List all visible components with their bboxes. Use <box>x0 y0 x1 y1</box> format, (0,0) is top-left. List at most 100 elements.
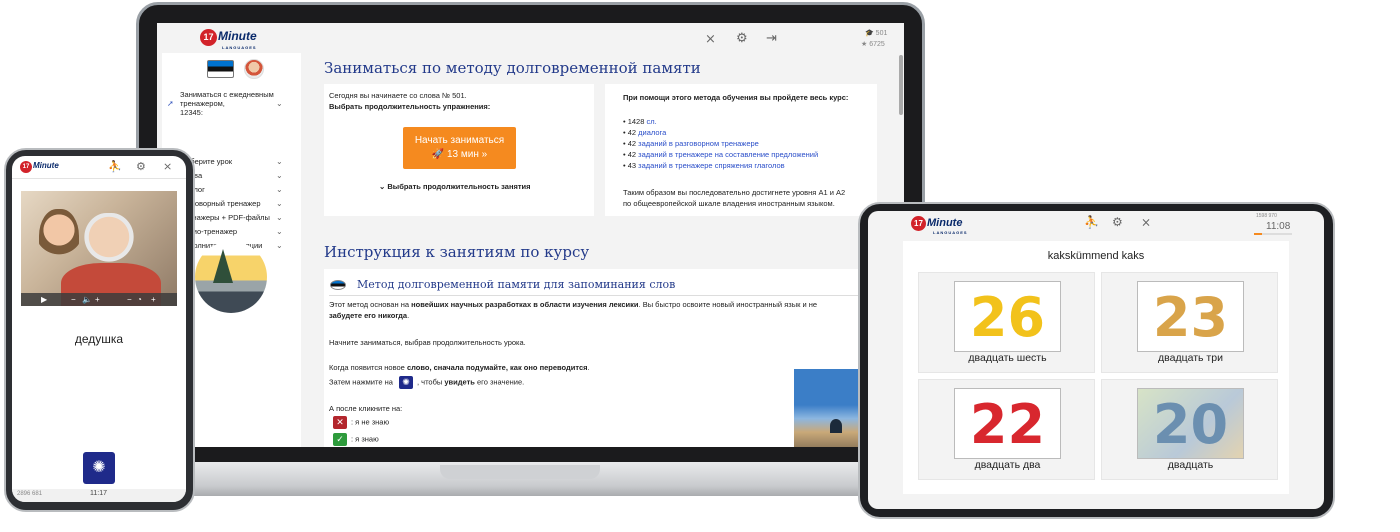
speed-icon[interactable]: ◔ <box>137 293 142 306</box>
device-showcase: 17 Minute LANGUAGES ⨯ ⚙ ⇥ 🎓 501 ★ 6725 ➚ … <box>0 0 1400 532</box>
minus-icon[interactable]: − <box>127 293 132 306</box>
landscape-illustration <box>195 241 267 313</box>
level-text: Таким образом вы последовательно достигн… <box>623 188 846 208</box>
tree-shape <box>213 249 233 283</box>
audio-controls: ▶ − 🔈 + − ◔ + <box>21 293 177 306</box>
answer-tile[interactable]: 23 двадцать три <box>1101 272 1278 373</box>
start-button[interactable]: Начать заниматься 🚀 13 мин » <box>403 127 516 169</box>
grandfather-figure <box>83 213 135 273</box>
when-text: Когда появится новое слово, сначала поду… <box>329 363 590 372</box>
volume-icon[interactable]: 🔈 <box>82 293 92 306</box>
mute-icon[interactable]: ⨯ <box>163 161 172 174</box>
answer-tile[interactable]: 20 двадцать <box>1101 379 1278 480</box>
gear-icon[interactable]: ⚙ <box>736 31 748 44</box>
course-card: При помощи этого метода обучения вы прой… <box>605 84 877 216</box>
sidebar-item-daily[interactable]: ➚ Заниматься с ежедневным тренажером, 12… <box>167 90 300 117</box>
close-icon[interactable]: ✕ <box>333 416 347 429</box>
tablet-screen: 17 Minute LANGUAGES ⛹ ⚙ ⨯ 1598 970 11:08 … <box>868 211 1324 509</box>
start-text: Начните заниматься, выбрав продолжительн… <box>329 338 526 347</box>
check-icon[interactable]: ✓ <box>333 433 347 446</box>
course-link[interactable]: диалога <box>638 128 666 137</box>
mute-icon[interactable]: ⨯ <box>1141 216 1151 229</box>
plus-icon[interactable]: + <box>95 293 100 306</box>
chevron-down-icon: ⌄ <box>276 199 283 208</box>
word-image: ▶ − 🔈 + − ◔ + <box>21 191 177 306</box>
laptop-screen: 17 Minute LANGUAGES ⨯ ⚙ ⇥ 🎓 501 ★ 6725 ➚ … <box>157 23 904 447</box>
time-label: 11:08 <box>1266 221 1291 232</box>
number-balloon-image: 26 <box>954 281 1061 352</box>
child-figure <box>39 209 79 269</box>
chevron-down-icon: ⌄ <box>276 227 283 236</box>
church-dome <box>830 419 842 433</box>
time-label: 11:17 <box>90 490 107 497</box>
answer-tile[interactable]: 22 двадцать два <box>918 379 1095 480</box>
progress-track <box>1254 233 1292 235</box>
divider <box>12 178 186 179</box>
answer-caption: двадцать два <box>974 459 1041 471</box>
words-stat: 🎓 501 <box>865 30 888 37</box>
quiz-word: kakskümmend kaks <box>1047 250 1145 262</box>
play-icon[interactable]: ▶ <box>41 293 47 306</box>
points-stat: ★ 6725 <box>861 41 885 48</box>
after-text: А после кликните на: <box>329 404 403 413</box>
rocket-icon: ➚ <box>167 99 174 108</box>
page-title: Заниматься по методу долговременной памя… <box>324 59 701 77</box>
brand-logo[interactable]: 17 Minute LANGUAGES <box>200 29 257 50</box>
bulb-icon[interactable]: ✺ <box>399 376 413 389</box>
progress-fill <box>1254 233 1262 235</box>
chevron-down-icon: ⌄ <box>276 213 283 222</box>
duration-toggle[interactable]: ⌄ Выбрать продолжительность занятия <box>379 181 531 192</box>
logout-icon[interactable]: ⇥ <box>766 31 777 44</box>
gear-icon[interactable]: ⚙ <box>1112 216 1123 229</box>
avatar[interactable] <box>244 59 264 79</box>
main-content: Заниматься по методу долговременной памя… <box>307 53 904 447</box>
course-link[interactable]: заданий в разговорном тренажере <box>638 139 759 148</box>
chevron-down-icon: ⌄ <box>276 99 283 108</box>
brand-logo[interactable]: 17 Minute LANGUAGES <box>911 216 967 235</box>
duration-label: Выбрать продолжительность упражнения: <box>329 102 491 111</box>
instructions-card: Метод долговременной памяти для запомина… <box>324 269 904 447</box>
laptop-notch <box>440 465 600 479</box>
course-list: • 1428 сл. • 42 диалога • 42 заданий в р… <box>623 116 818 171</box>
plus-icon[interactable]: + <box>151 293 156 306</box>
phone-screen: 17 Minute ⛹ ⚙ ⨯ ▶ − 🔈 + − ◔ + дедушка ✺ 2… <box>12 156 186 502</box>
course-link[interactable]: сл. <box>647 117 657 126</box>
chevron-down-icon: ⌄ <box>276 185 283 194</box>
minus-icon[interactable]: − <box>71 293 76 306</box>
list-item: • 42 диалога <box>623 128 667 137</box>
answer-caption: двадцать три <box>1158 352 1223 364</box>
then-text: Затем нажмите на ✺, чтобы увидеть его зн… <box>329 376 525 389</box>
course-link[interactable]: заданий в тренажере спряжения глаголов <box>638 161 784 170</box>
list-item: • 42 заданий в тренажере на составление … <box>623 150 819 159</box>
answer-caption: двадцать <box>1167 459 1214 471</box>
course-link[interactable]: заданий в тренажере на составление предл… <box>638 150 818 159</box>
list-item: • 42 заданий в разговорном тренажере <box>623 139 759 148</box>
running-icon[interactable]: ⛹ <box>108 161 122 174</box>
list-item: • 43 заданий в тренажере спряжения глаго… <box>623 161 785 170</box>
word-label: дедушка <box>74 332 124 346</box>
answer-tile[interactable]: 26 двадцать шесть <box>918 272 1095 373</box>
instructions-title: Инструкция к занятиям по курсу <box>324 243 590 261</box>
divider <box>329 295 894 296</box>
mute-icon[interactable]: ⨯ <box>705 32 716 45</box>
estonian-flag-icon <box>330 280 346 290</box>
footer-stats: 2896 681 <box>17 491 43 497</box>
number-candle-image: 22 <box>954 388 1061 459</box>
chevron-down-icon: ⌄ <box>276 171 283 180</box>
number-balloon-image: 23 <box>1137 281 1244 352</box>
gear-icon[interactable]: ⚙ <box>136 161 146 174</box>
answer-caption: двадцать шесть <box>968 352 1047 364</box>
bulb-icon[interactable]: ✺ <box>83 452 115 484</box>
chevron-down-icon: ⌄ <box>276 157 283 166</box>
brand-logo[interactable]: 17 Minute <box>20 161 59 173</box>
method-title: Метод долговременной памяти для запомина… <box>357 278 676 291</box>
course-heading: При помощи этого метода обучения вы прой… <box>623 93 849 102</box>
header-stats: 1598 970 <box>1256 213 1277 219</box>
list-item: • 1428 сл. <box>623 117 657 126</box>
chevron-down-icon: ⌄ <box>276 241 283 250</box>
euro-banknote-image: 20 <box>1137 388 1244 459</box>
quiz-panel: kakskümmend kaks 26 двадцать шесть 23 дв… <box>903 241 1289 494</box>
estonian-flag-icon[interactable] <box>207 60 234 78</box>
method-paragraph: Этот метод основан на новейших научных р… <box>329 300 818 320</box>
running-icon[interactable]: ⛹ <box>1084 216 1099 229</box>
